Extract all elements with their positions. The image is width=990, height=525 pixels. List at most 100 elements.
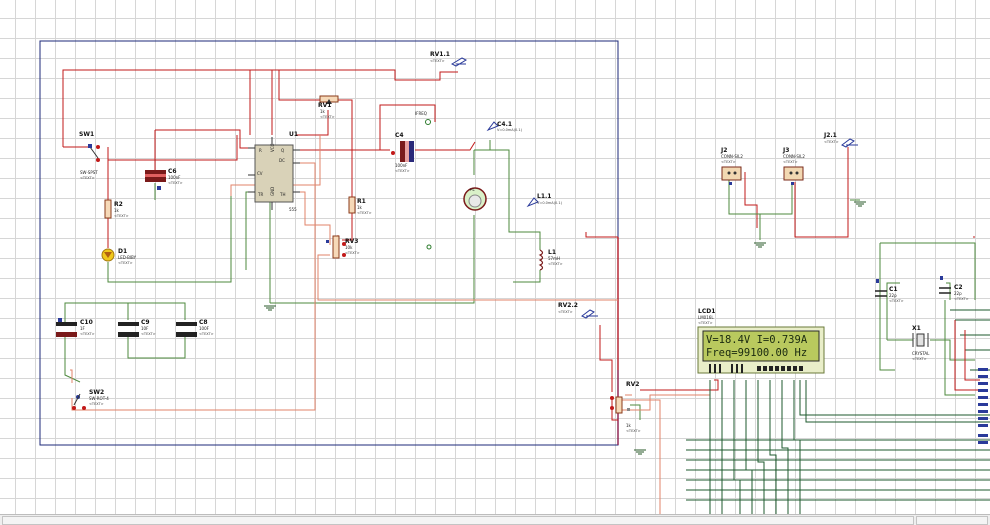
rotary-switch-sw2[interactable]: SW2 SW-ROT-4 <TEXT> — [72, 389, 109, 410]
j3-ref: J3 — [782, 147, 789, 154]
capacitor-c4[interactable]: C4 100nF <TEXT> — [391, 132, 414, 173]
j2-value: CONN-SIL2 — [721, 154, 743, 159]
connector-j2[interactable]: J2 CONN-SIL2 <TEXT> — [720, 147, 743, 185]
lcd1-ref: LCD1 — [698, 308, 715, 315]
u1-pin-th: TH — [279, 192, 285, 197]
u1-pin-cv: CV — [257, 171, 263, 176]
rv1-sig-text: <TEXT> — [430, 59, 445, 63]
switch-sw1[interactable]: SW1 SW-SPST <TEXT> — [79, 131, 100, 180]
potentiometer-rv1[interactable]: RV1 1k <TEXT> — [318, 95, 339, 119]
rv1-value: 1k — [320, 109, 326, 114]
wires-red — [62, 69, 975, 421]
lcd1-value: LM016L — [698, 315, 714, 320]
sw1-ref: SW1 — [79, 131, 94, 138]
c6-ref: C6 — [168, 168, 177, 175]
c4-probe-name: C4.1 — [497, 121, 512, 128]
d1-value: LED-BIBY — [118, 255, 137, 260]
r1-ref: R1 — [357, 198, 366, 205]
u1-pin-dc: DC — [279, 158, 285, 163]
r1-value: 1k — [357, 205, 363, 210]
c4-ref: C4 — [395, 132, 404, 139]
x1-ref: X1 — [912, 325, 921, 332]
ic-u1-555-timer[interactable]: R CV DC Q TR TH GND VCC U1 555 — [248, 131, 300, 212]
rv2-value: 1k — [626, 423, 632, 428]
capacitor-c6[interactable]: C6 100nF <TEXT> — [145, 168, 183, 190]
lamp-indicator[interactable]: +L — [463, 187, 487, 211]
potentiometer-rv3[interactable]: RV3 10k <TEXT> — [326, 235, 360, 259]
capacitor-c10[interactable]: C10 1F <TEXT> — [56, 318, 95, 337]
c10-value: 1F — [80, 326, 86, 331]
j21-name: J2.1 — [823, 132, 837, 139]
j21-text: <TEXT> — [824, 140, 839, 144]
c4-text: <TEXT> — [395, 169, 410, 173]
c8-ref: C8 — [199, 319, 208, 326]
l1-ref: L1 — [548, 249, 556, 256]
r2-value: 1k — [114, 208, 120, 213]
c10-ref: C10 — [80, 319, 93, 326]
l1-value: 57mH — [548, 256, 560, 261]
r2-ref: R2 — [114, 201, 123, 208]
inductor-l1[interactable]: L1 57mH <TEXT> — [538, 249, 563, 271]
lcd-line-1: V=18.4V I=0.739A — [706, 334, 808, 346]
l1-probe-name: L1.1 — [537, 193, 551, 200]
r1-text: <TEXT> — [357, 211, 372, 215]
c10-text: <TEXT> — [80, 332, 95, 336]
u1-value: 555 — [289, 207, 297, 212]
sw2-ref: SW2 — [89, 389, 104, 396]
rv1-text: <TEXT> — [320, 115, 335, 119]
terminal-rv2-signal[interactable]: RV2.2 <TEXT> — [558, 302, 598, 319]
j3-value: CONN-SIL2 — [783, 154, 805, 159]
probe-c4[interactable]: C4.1 V=0.0mA(0.1) — [486, 121, 523, 132]
r2-text: <TEXT> — [114, 214, 129, 218]
lcd1-text: <TEXT> — [698, 321, 713, 325]
sw1-text: <TEXT> — [80, 176, 95, 180]
c9-value: 10F — [141, 326, 149, 331]
j2-ref: J2 — [720, 147, 727, 154]
c6-text: <TEXT> — [168, 181, 183, 185]
rv2-ref: RV2 — [626, 381, 639, 388]
d1-text: <TEXT> — [118, 261, 133, 265]
sw2-text: <TEXT> — [89, 402, 104, 406]
u1-pin-tr: TR — [257, 192, 263, 197]
c6-value: 100nF — [168, 175, 181, 180]
led-d1[interactable]: D1 LED-BIBY <TEXT> — [101, 248, 137, 265]
potentiometer-rv2[interactable]: RV2 1k <TEXT> — [610, 381, 641, 433]
lcd-line-2: Freq=99100.00 Hz — [706, 347, 807, 359]
rv3-value: 10k — [345, 245, 353, 250]
resistor-r2[interactable]: R2 1k <TEXT> — [104, 199, 129, 219]
lamp-label: +L — [469, 187, 475, 192]
u1-ref: U1 — [289, 131, 298, 138]
lcd-module-lcd1[interactable]: LCD1 LM016L <TEXT> V=18.4V I=0.739A Freq… — [697, 308, 825, 374]
l1-probe-sub: V=0.0mA(0.1) — [537, 201, 563, 205]
capacitor-c2[interactable]: C2 22p <TEXT> — [939, 276, 969, 301]
x1-text: <TEXT> — [912, 357, 927, 361]
terminal-rv1-signal[interactable]: RV1.1 <TEXT> — [430, 51, 468, 67]
sw2-value: SW-ROT-4 — [89, 396, 109, 401]
capacitor-c8[interactable]: C8 100F <TEXT> — [176, 319, 214, 337]
x1-value: CRYSTAL — [912, 351, 930, 356]
j3-text: <TEXT> — [783, 160, 798, 164]
schematic-canvas[interactable]: SW1 SW-SPST <TEXT> R2 1k <TEXT> D1 LED-B… — [0, 0, 990, 524]
j2-text: <TEXT> — [721, 160, 736, 164]
capacitor-c9[interactable]: C9 10F <TEXT> — [118, 319, 156, 337]
probe-l1[interactable]: L1.1 V=0.0mA(0.1) — [526, 193, 563, 208]
rv2-sig-text: <TEXT> — [558, 310, 573, 314]
c2-value: 22p — [954, 291, 962, 296]
crystal-x1[interactable]: X1 CRYSTAL <TEXT> — [912, 325, 930, 361]
connector-j3[interactable]: J3 CONN-SIL2 <TEXT> — [782, 147, 805, 185]
c8-value: 100F — [199, 326, 210, 331]
c9-ref: C9 — [141, 319, 150, 326]
junction-dot — [426, 244, 432, 250]
rv3-text: <TEXT> — [345, 251, 360, 255]
u1-pin-q: Q — [281, 148, 284, 153]
wires-green — [64, 140, 976, 420]
terminal-j21[interactable]: J2.1 <TEXT> — [823, 132, 858, 148]
rv2-sig-name: RV2.2 — [558, 302, 578, 309]
c2-ref: C2 — [954, 284, 963, 291]
c1-ref: C1 — [889, 286, 898, 293]
terminal-ifreq[interactable]: IFREQ — [415, 111, 431, 125]
d1-ref: D1 — [118, 248, 127, 255]
status-bar — [0, 514, 990, 525]
resistor-r1[interactable]: R1 1k <TEXT> — [348, 196, 372, 215]
rv1-ref: RV1 — [318, 102, 331, 109]
